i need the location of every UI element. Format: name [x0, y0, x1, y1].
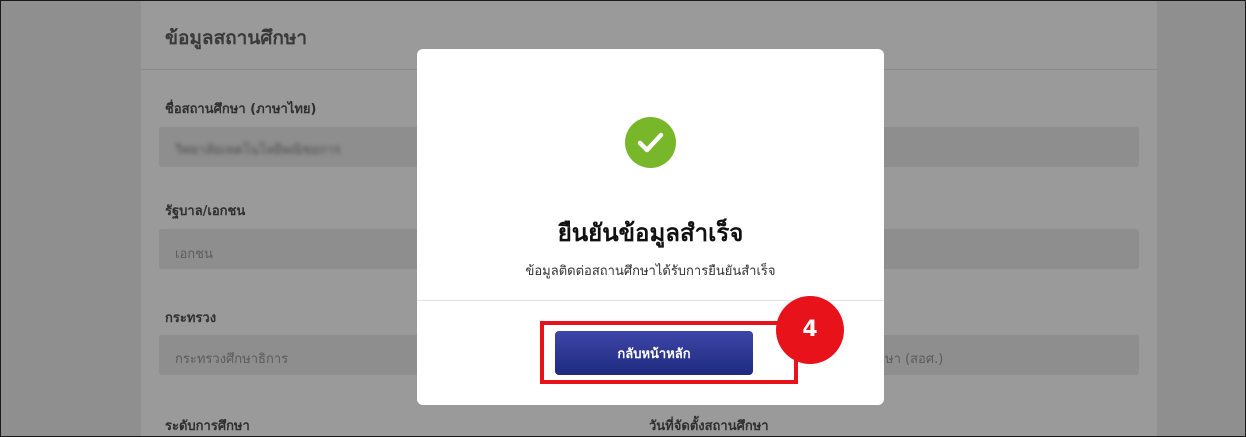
- modal-title: ยืนยันข้อมูลสำเร็จ: [557, 219, 744, 247]
- check-circle-icon: [625, 117, 676, 168]
- agency-value: ษา (สอศ.): [885, 352, 944, 367]
- ministry-value: กระทรวงศึกษาธิการ: [175, 352, 289, 367]
- sector-label: รัฐบาล/เอกชน: [165, 204, 246, 219]
- school-name-label: ชื่อสถานศึกษา (ภาษาไทย): [165, 102, 317, 117]
- school-name-value: วิทยาลัยเทคโนโลยีพณิชยการ: [175, 143, 341, 158]
- sector-value: เอกชน: [175, 247, 213, 262]
- modal-message: ข้อมูลติดต่อสถานศึกษาได้รับการยืนยันสำเร…: [525, 264, 776, 279]
- screenshot-frame: ข้อมูลสถานศึกษา ชื่อสถานศึกษา (ภาษาไทย) …: [0, 0, 1246, 437]
- step-number-badge: 4: [776, 296, 844, 364]
- highlight-box: [540, 321, 798, 384]
- ministry-label: กระทรวง: [165, 311, 217, 326]
- education-level-label: ระดับการศึกษา: [165, 419, 250, 434]
- founding-date-label: วันที่จัดตั้งสถานศึกษา: [649, 419, 769, 434]
- section-title: ข้อมูลสถานศึกษา: [165, 27, 308, 49]
